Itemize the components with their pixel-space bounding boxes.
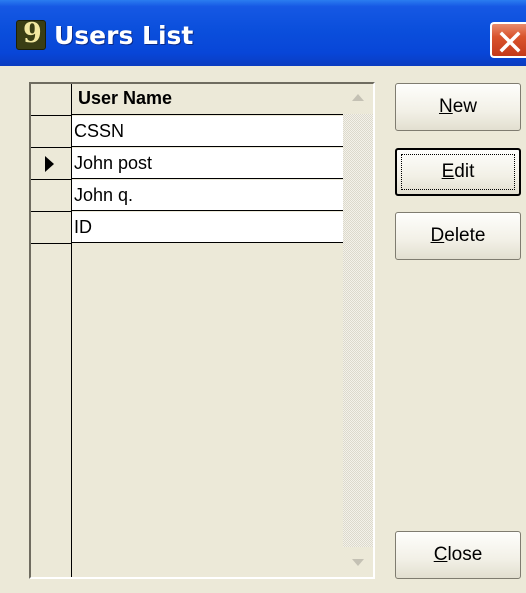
table-row[interactable]: John post <box>31 148 343 180</box>
close-button-mnemonic: C <box>433 544 448 565</box>
users-list-window: 9 Users List User Name CSSN John post Jo… <box>0 0 526 593</box>
edit-button-mnemonic: E <box>441 161 455 182</box>
table-row[interactable]: John q. <box>31 180 343 212</box>
close-button-label: lose <box>447 544 483 565</box>
delete-button[interactable]: Delete <box>395 212 521 260</box>
table-row[interactable]: ID <box>31 212 343 244</box>
users-grid[interactable]: User Name CSSN John post John q. ID <box>29 82 375 579</box>
user-name-cell[interactable]: John q. <box>72 180 343 211</box>
scroll-up-arrow-icon <box>352 94 364 101</box>
row-selector[interactable] <box>31 148 72 180</box>
user-name-cell[interactable]: CSSN <box>72 116 343 147</box>
close-x-glyph <box>499 31 521 53</box>
edit-button[interactable]: Edit <box>395 148 521 196</box>
user-name-cell[interactable]: ID <box>72 212 343 243</box>
row-selector-divider <box>71 84 72 577</box>
delete-button-label: elete <box>444 225 486 246</box>
new-button-mnemonic: N <box>438 96 453 117</box>
scroll-down-arrow-icon <box>352 559 364 566</box>
column-header-user-name[interactable]: User Name <box>72 84 343 115</box>
window-title: Users List <box>54 21 194 50</box>
user-name-cell[interactable]: John post <box>72 148 343 179</box>
app-logo-glyph: 9 <box>23 18 42 49</box>
scroll-down-button[interactable] <box>343 547 373 577</box>
row-selector[interactable] <box>31 116 72 148</box>
edit-button-label: dit <box>454 161 475 182</box>
row-selector[interactable] <box>31 212 72 244</box>
app-logo-icon[interactable]: 9 <box>16 18 46 50</box>
grid-header-row: User Name <box>31 84 343 116</box>
vertical-scrollbar[interactable] <box>343 84 373 577</box>
scroll-up-button[interactable] <box>343 84 373 114</box>
new-button[interactable]: New <box>395 83 521 131</box>
title-bar[interactable]: 9 Users List <box>0 0 526 66</box>
row-selector[interactable] <box>31 180 72 212</box>
new-button-label: ew <box>452 96 478 117</box>
table-row[interactable]: CSSN <box>31 116 343 148</box>
close-button[interactable]: Close <box>395 531 521 579</box>
delete-button-mnemonic: D <box>430 225 445 246</box>
close-icon[interactable] <box>490 22 526 58</box>
current-row-arrow-icon <box>45 156 54 172</box>
header-corner-cell <box>31 84 72 116</box>
